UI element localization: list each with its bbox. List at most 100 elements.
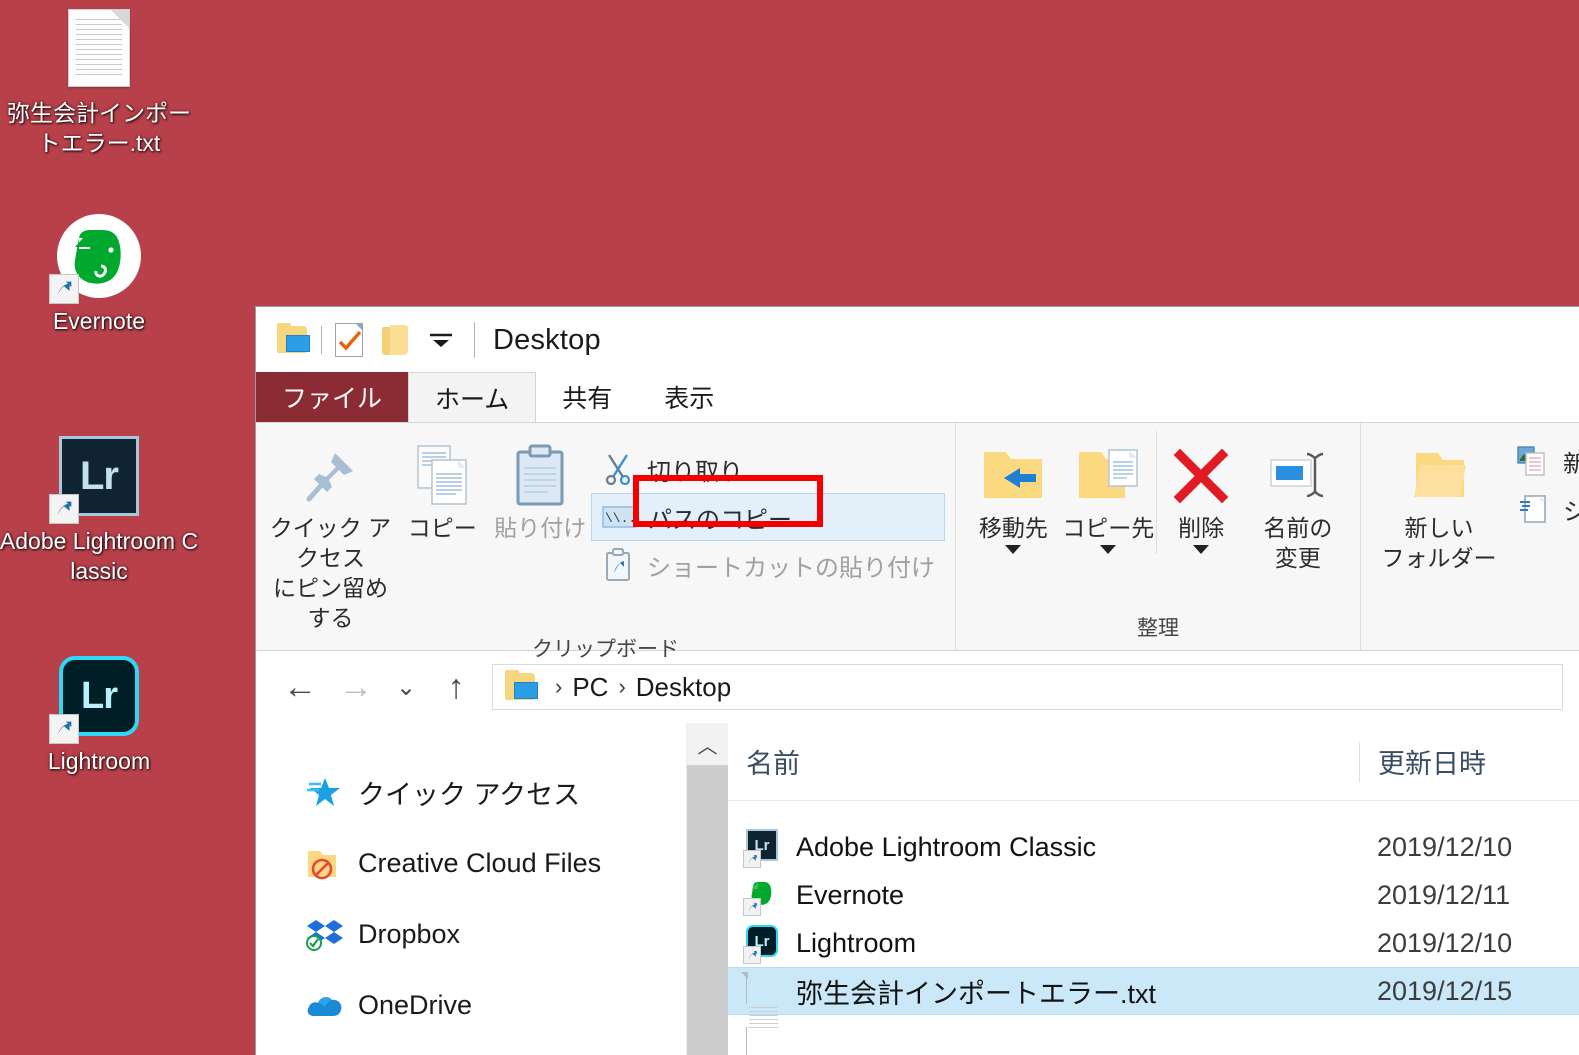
navigation-pane-scrollbar[interactable]: ︿ — [686, 723, 728, 1055]
group-title-organize: 整理 — [1137, 617, 1179, 640]
cut-button[interactable]: 切り取り — [591, 445, 945, 493]
file-name: Lightroom — [796, 927, 917, 958]
cut-icon — [601, 452, 635, 486]
copy-path-button[interactable]: \\... パスのコピー — [591, 493, 945, 541]
ribbon: クイック アクセス にピン留めする コピー 貼り付け 切り取り \\.. パスの… — [256, 423, 1579, 661]
sidebar-item-quick-access[interactable]: クイック アクセス — [256, 757, 686, 828]
explorer-window-icon — [271, 317, 317, 363]
sidebar-item-onedrive[interactable]: OneDrive — [256, 970, 686, 1041]
svg-text:\\...: \\... — [605, 511, 636, 526]
desktop-icon-lightroom[interactable]: Lr Lightroom — [0, 652, 199, 776]
desktop-icon-text-file[interactable]: 弥生会計インポートエラー.txt — [0, 4, 199, 158]
creative-cloud-folder-icon — [306, 845, 344, 883]
breadcrumb-folder-icon — [505, 670, 539, 701]
desktop-icon-lightroom-classic[interactable]: Lr Adobe Lightroom Classic — [0, 432, 199, 586]
paste-shortcut-label: ショートカットの貼り付け — [647, 554, 935, 582]
rename-button[interactable]: 名前の 変更 — [1246, 431, 1350, 573]
file-name: Evernote — [796, 879, 905, 910]
rename-icon — [1267, 441, 1329, 511]
new-folder-icon — [1408, 441, 1470, 511]
table-row[interactable]: Evernote 2019/12/11 — [728, 871, 1579, 919]
sidebar-item-creative-cloud-files[interactable]: Creative Cloud Files — [256, 828, 686, 899]
column-header-name[interactable]: 名前 — [728, 742, 1359, 781]
file-name: 弥生会計インポートエラー.txt — [796, 978, 1157, 1009]
ribbon-group-new: 新しい フォルダー — [1361, 423, 1579, 650]
tab-file[interactable]: ファイル — [256, 372, 409, 422]
shortcut-arrow-icon — [743, 946, 761, 964]
move-to-button[interactable]: 移動先 — [966, 431, 1061, 554]
new-folder-label-line1: 新しい — [1404, 515, 1474, 541]
sidebar-item-label: OneDrive — [358, 990, 473, 1020]
desktop-icon-evernote[interactable]: Evernote — [0, 212, 199, 336]
rename-label-line1: 名前の — [1263, 515, 1333, 541]
ribbon-tabs: ファイル ホーム 共有 表示 — [256, 372, 1579, 423]
properties-icon[interactable] — [326, 317, 372, 363]
breadcrumb-item-pc[interactable]: PC — [572, 672, 608, 703]
explorer-content: クイック アクセス Creative Cloud Files Dropbox O… — [256, 723, 1579, 1055]
pin-label-line1: クイック アクセス — [269, 515, 392, 571]
copy-label: コピー — [407, 515, 477, 541]
shortcut-arrow-icon — [49, 494, 79, 524]
evernote-icon — [49, 212, 143, 304]
desktop-icon-label: Adobe Lightroom Classic — [0, 528, 199, 584]
pin-to-quick-access-button[interactable]: クイック アクセス にピン留めする — [266, 431, 395, 633]
new-item-icon — [1517, 444, 1551, 478]
table-row[interactable]: 弥生会計インポートエラー.txt 2019/12/15 — [728, 967, 1579, 1055]
move-to-icon — [980, 441, 1046, 511]
paste-label: 貼り付け — [494, 515, 587, 541]
desktop-icon-label: Evernote — [52, 308, 146, 334]
lightroom-cc-icon: Lr — [743, 925, 782, 964]
file-explorer-window: Desktop ファイル ホーム 共有 表示 クイック アクセス にピン留めする… — [255, 306, 1579, 1055]
lightroom-cc-icon: Lr — [49, 652, 143, 744]
rename-label-line2: 変更 — [1274, 545, 1321, 571]
new-small-commands: 新しい — [1507, 431, 1579, 533]
table-row[interactable]: Lr Lightroom 2019/12/10 — [728, 919, 1579, 967]
scroll-up-button[interactable]: ︿ — [687, 723, 728, 765]
table-row[interactable]: Lr Adobe Lightroom Classic 2019/12/10 — [728, 823, 1579, 871]
paste-button[interactable]: 貼り付け — [490, 431, 591, 543]
breadcrumb-separator: › — [555, 674, 563, 699]
sidebar-item-label: クイック アクセス — [358, 780, 581, 810]
copy-to-icon — [1075, 441, 1141, 511]
copy-to-label: コピー先 — [1062, 515, 1155, 541]
title-separator — [474, 322, 475, 358]
easy-access-button[interactable]: ショー — [1507, 485, 1579, 533]
paste-shortcut-button[interactable]: ショートカットの貼り付け — [591, 541, 945, 589]
easy-access-icon — [1517, 492, 1551, 526]
breadcrumb-item-desktop[interactable]: Desktop — [636, 672, 731, 703]
shortcut-arrow-icon — [743, 898, 761, 916]
easy-access-label: ショー — [1563, 492, 1579, 527]
copy-to-button[interactable]: コピー先 — [1061, 431, 1156, 554]
copy-button[interactable]: コピー — [395, 431, 490, 543]
shortcut-arrow-icon — [743, 850, 761, 868]
clipboard-small-commands: 切り取り \\... パスのコピー — [591, 431, 945, 589]
file-list: 名前 更新日時 Lr Adobe Lightroom Classic 2019/ — [728, 723, 1579, 1055]
new-folder-icon[interactable] — [372, 317, 418, 363]
delete-button[interactable]: 削除 — [1155, 431, 1246, 554]
column-header-date[interactable]: 更新日時 — [1359, 741, 1579, 782]
desktop-icon-label: 弥生会計インポートエラー.txt — [7, 100, 191, 156]
copy-path-label: パスのコピー — [648, 506, 792, 534]
chevron-down-icon[interactable] — [1100, 545, 1117, 554]
text-document-icon — [746, 972, 782, 1055]
move-to-label: 移動先 — [978, 515, 1048, 541]
sidebar-item-dropbox[interactable]: Dropbox — [256, 899, 686, 970]
lightroom-classic-icon: Lr — [49, 432, 143, 524]
new-folder-button[interactable]: 新しい フォルダー — [1371, 431, 1507, 573]
new-item-button[interactable]: 新しい — [1507, 437, 1579, 485]
chevron-down-icon[interactable] — [1193, 545, 1210, 554]
quick-access-toolbar — [271, 317, 464, 363]
tab-view[interactable]: 表示 — [638, 372, 740, 422]
title-bar: Desktop — [256, 307, 1579, 373]
scrollbar-thumb[interactable] — [687, 765, 728, 1055]
sidebar-item-label: Dropbox — [358, 919, 461, 949]
tab-home[interactable]: ホーム — [408, 372, 537, 422]
pin-icon — [299, 441, 361, 511]
chevron-down-icon[interactable] — [1005, 545, 1022, 554]
file-name: Adobe Lightroom Classic — [796, 831, 1097, 862]
file-date: 2019/12/15 — [1377, 975, 1513, 1006]
delete-label: 削除 — [1178, 515, 1225, 541]
copy-path-icon: \\... — [602, 500, 636, 534]
customize-qat-icon[interactable] — [418, 317, 464, 363]
tab-share[interactable]: 共有 — [536, 372, 638, 422]
